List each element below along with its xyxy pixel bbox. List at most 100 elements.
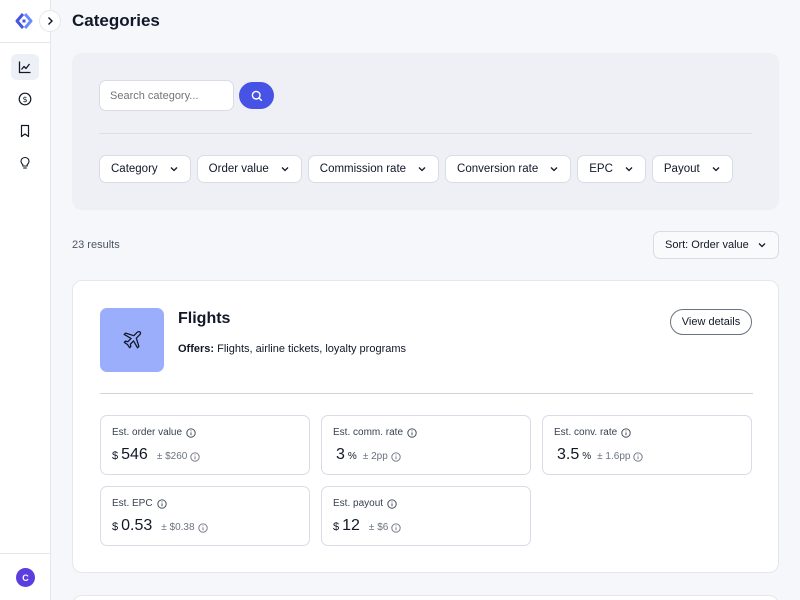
chart-line-icon	[18, 61, 31, 74]
view-details-button[interactable]: View details	[670, 309, 752, 335]
metric-value-wrap: $ 546 ± $260	[112, 446, 200, 464]
sidebar-toggle-button[interactable]	[39, 10, 61, 32]
avatar[interactable]: C	[16, 568, 35, 587]
metric-value: 3	[336, 446, 345, 463]
metric-label-wrap: Est. order value	[112, 427, 196, 438]
panel-divider	[99, 133, 752, 134]
metric-label: Est. order value	[112, 427, 183, 438]
metric-prefix: $	[112, 521, 119, 533]
sidebar-divider	[0, 42, 51, 43]
dollar-circle-icon: $	[18, 92, 32, 106]
category-card	[72, 595, 779, 600]
filter-payout[interactable]: Payout	[651, 155, 733, 183]
metric-range: ± 1.6pp	[597, 451, 631, 462]
results-count: 23 results	[72, 239, 120, 251]
metric-label: Est. EPC	[112, 498, 153, 509]
filter-label: Payout	[663, 163, 700, 175]
metric-range: ± $260	[156, 451, 188, 462]
metric-range-wrap: ± $260	[157, 451, 201, 462]
search-icon	[251, 90, 262, 101]
bookmark-icon	[20, 124, 30, 138]
filter-panel: Category Order value Commission rate Con…	[72, 53, 779, 210]
metric-label-wrap: Est. comm. rate	[333, 427, 417, 438]
chevron-down-icon	[418, 167, 426, 172]
info-icon[interactable]	[156, 498, 167, 509]
info-icon[interactable]	[391, 451, 401, 462]
metric-range: ± 2pp	[362, 451, 388, 462]
chevron-down-icon	[170, 167, 178, 172]
metric-range-wrap: ± $0.38	[161, 522, 208, 533]
info-icon[interactable]	[197, 522, 208, 533]
sidebar-item-saved[interactable]	[11, 118, 39, 144]
metric-value: 12	[342, 517, 360, 534]
filter-commission-rate[interactable]: Commission rate	[307, 155, 440, 183]
sidebar-item-analytics[interactable]	[11, 54, 39, 80]
search-button[interactable]	[239, 82, 274, 109]
filter-label: Commission rate	[319, 163, 407, 175]
chevron-down-icon	[758, 243, 766, 248]
metric-range-wrap: ± 2pp	[363, 451, 401, 462]
metric-value: 0.53	[121, 517, 153, 534]
metric-range: ± $6	[368, 522, 389, 533]
metric-value-wrap: 3 % ± 2pp	[333, 446, 401, 464]
card-divider	[100, 393, 753, 394]
filter-order-value[interactable]: Order value	[196, 155, 302, 183]
app-logo-icon[interactable]	[14, 11, 34, 31]
metric-value-wrap: $ 12 ± $6	[333, 517, 401, 535]
offers-text: Flights, airline tickets, loyalty progra…	[217, 343, 407, 355]
metric-label-wrap: Est. conv. rate	[554, 427, 631, 438]
metric-suffix: %	[347, 451, 357, 462]
metric-value-wrap: $ 0.53 ± $0.38	[112, 517, 208, 535]
info-icon[interactable]	[190, 451, 200, 462]
info-icon[interactable]	[407, 427, 417, 438]
metric-label-wrap: Est. payout	[333, 498, 397, 509]
chevron-down-icon	[550, 167, 558, 172]
chevron-right-icon	[48, 17, 53, 25]
chevron-down-icon	[712, 167, 720, 172]
info-icon[interactable]	[391, 522, 401, 533]
chevron-down-icon	[625, 167, 633, 172]
sidebar-divider	[0, 553, 51, 554]
metric-value: 3.5	[557, 446, 580, 463]
filter-label: EPC	[589, 163, 613, 175]
info-icon[interactable]	[387, 498, 397, 509]
info-icon[interactable]	[633, 451, 644, 462]
category-card: Flights Offers: Flights, airline tickets…	[72, 280, 779, 573]
chevron-down-icon	[281, 167, 289, 172]
metric-range: ± $0.38	[161, 522, 195, 533]
metric-suffix: %	[582, 451, 592, 462]
category-name: Flights	[178, 310, 231, 327]
metric-value-wrap: 3.5 % ± 1.6pp	[554, 446, 644, 464]
metric-label-wrap: Est. EPC	[112, 498, 167, 509]
metric-prefix: $	[112, 450, 119, 462]
metric-label: Est. comm. rate	[333, 427, 404, 438]
sidebar: $ C	[0, 0, 51, 600]
metric-range-wrap: ± $6	[369, 522, 401, 533]
info-icon[interactable]	[621, 427, 631, 438]
filter-epc[interactable]: EPC	[577, 155, 646, 183]
info-icon[interactable]	[186, 427, 196, 438]
filter-label: Conversion rate	[457, 163, 539, 175]
metric-label: Est. conv. rate	[554, 427, 618, 438]
metric-range-wrap: ± 1.6pp	[597, 451, 644, 462]
sidebar-item-earnings[interactable]: $	[11, 86, 39, 112]
sort-label: Sort: Order value	[665, 239, 749, 251]
page-title: Categories	[72, 11, 160, 30]
filter-dropdowns: Category Order value Commission rate Con…	[99, 155, 733, 183]
sidebar-item-ideas[interactable]	[11, 150, 39, 176]
filter-conversion-rate[interactable]: Conversion rate	[445, 155, 572, 183]
filter-category[interactable]: Category	[99, 155, 191, 183]
filter-label: Category	[111, 163, 158, 175]
metric-order-value: Est. order value $ 546 ± $260	[100, 415, 310, 475]
category-icon-box	[100, 308, 164, 372]
sort-dropdown[interactable]: Sort: Order value	[653, 231, 779, 259]
svg-text:$: $	[22, 95, 27, 104]
metric-comm-rate: Est. comm. rate 3 % ± 2pp	[321, 415, 531, 475]
lightbulb-icon	[20, 156, 30, 169]
offers-label: Offers:	[178, 343, 215, 355]
filter-label: Order value	[208, 163, 269, 175]
metric-payout: Est. payout $ 12 ± $6	[321, 486, 531, 546]
search-input[interactable]	[99, 80, 234, 111]
metric-value: 546	[121, 446, 148, 463]
metric-label: Est. payout	[333, 498, 384, 509]
